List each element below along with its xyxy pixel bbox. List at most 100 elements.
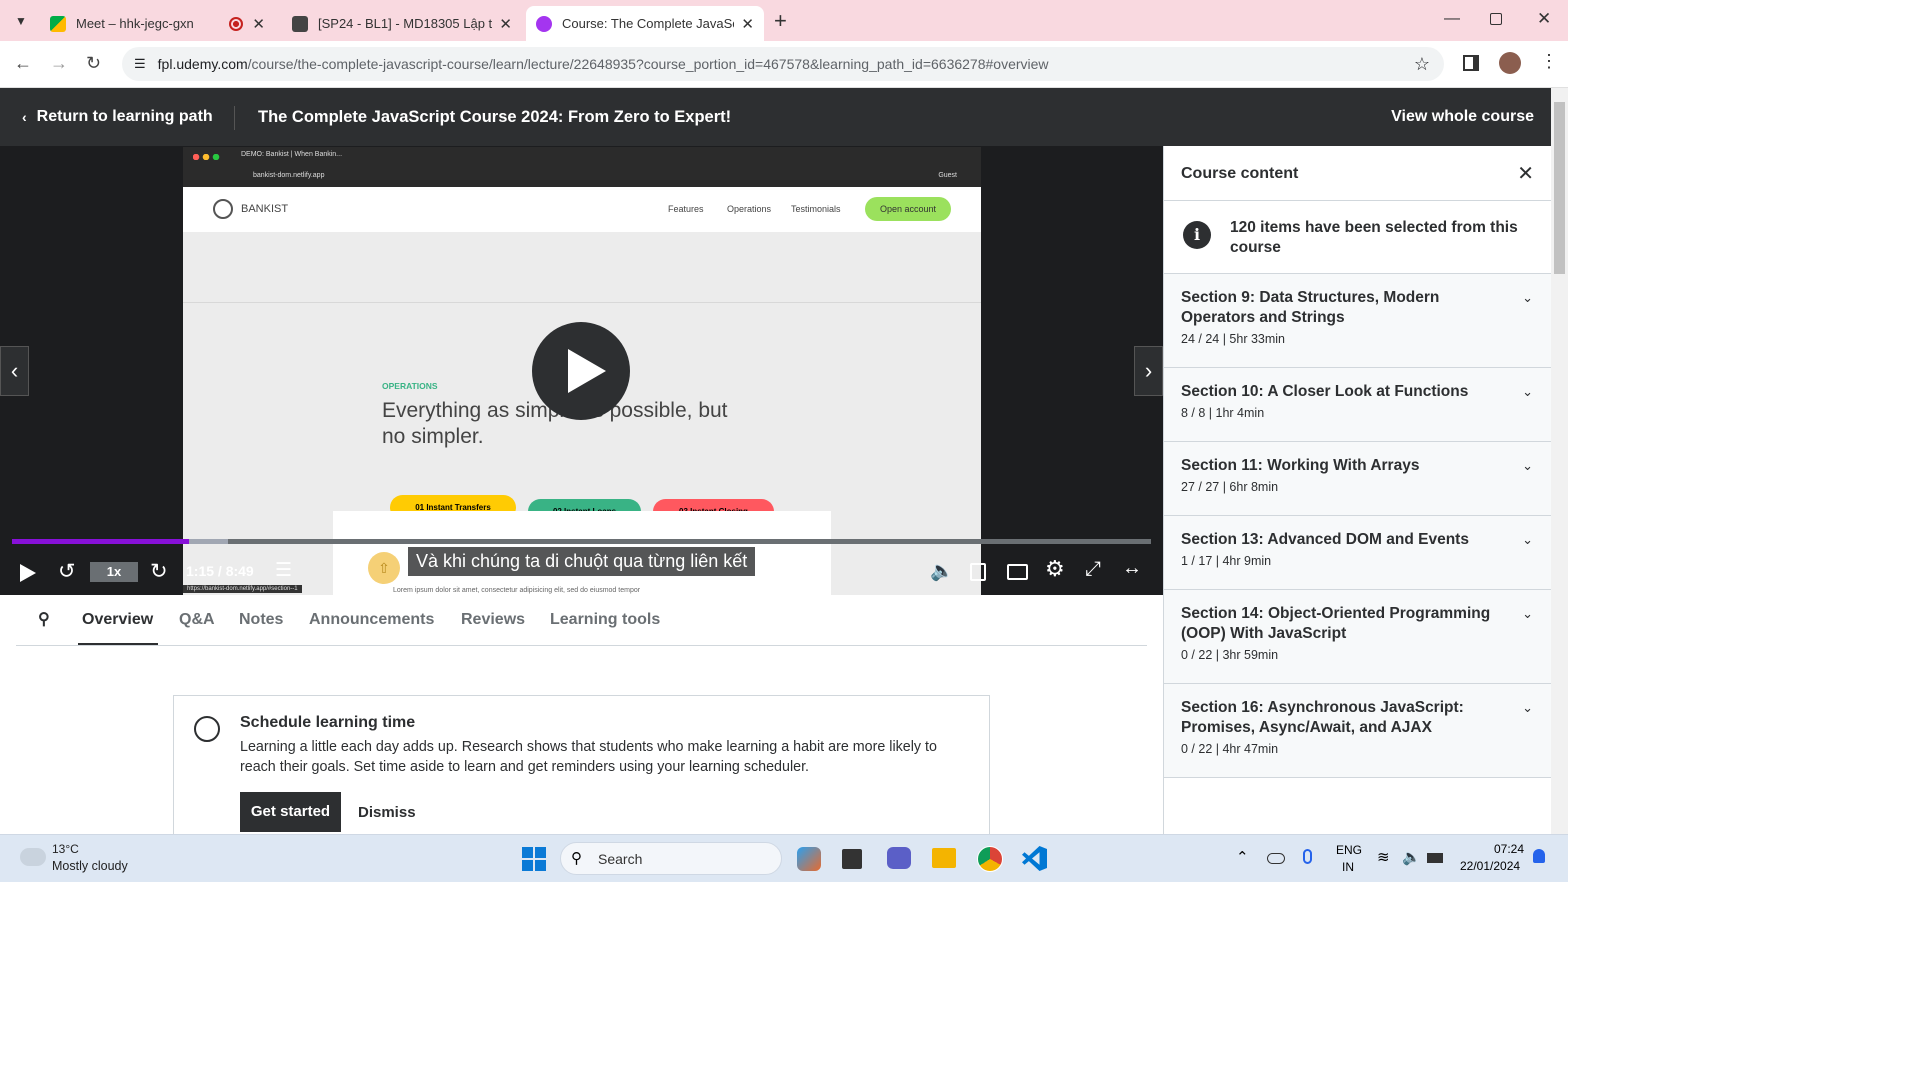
play-icon: [568, 349, 606, 393]
header-divider: [234, 106, 235, 130]
close-window-button[interactable]: ✕: [1537, 9, 1551, 29]
play-button[interactable]: [532, 322, 630, 420]
close-icon[interactable]: ✕: [1517, 161, 1534, 186]
chrome-icon[interactable]: [977, 846, 1003, 872]
restore-button[interactable]: [1490, 13, 1502, 25]
section-item[interactable]: Section 10: A Closer Look at Functions 8 …: [1164, 368, 1551, 442]
page-scrollbar[interactable]: [1551, 88, 1568, 834]
settings-icon[interactable]: ⚙: [1045, 556, 1065, 582]
fullscreen-icon[interactable]: ⤢: [1085, 558, 1101, 581]
add-note-icon[interactable]: ☰: [275, 559, 292, 582]
demo-browser-chrome: DEMO: Bankist | When Bankin... bankist-d…: [183, 147, 981, 187]
section-item[interactable]: Section 9: Data Structures, Modern Opera…: [1164, 274, 1551, 368]
weather-icon[interactable]: [20, 848, 46, 866]
subtitle-text: Và khi chúng ta di chuột qua từng liên k…: [408, 547, 756, 576]
file-explorer-icon[interactable]: [932, 848, 956, 868]
browser-tab-meet[interactable]: Meet – hhk-jegc-gxn ✕: [40, 6, 275, 41]
progress-fill: [12, 539, 189, 544]
minimize-button[interactable]: —: [1444, 10, 1460, 28]
get-started-button[interactable]: Get started: [240, 792, 341, 832]
windows-start-icon[interactable]: [522, 847, 546, 871]
info-banner: i 120 items have been selected from this…: [1164, 201, 1551, 274]
dismiss-button[interactable]: Dismiss: [358, 804, 416, 821]
browser-tab-bar: ▼ Meet – hhk-jegc-gxn ✕ [SP24 - BL1] - M…: [0, 0, 1568, 41]
close-tab-icon[interactable]: ✕: [252, 15, 265, 33]
scrollbar-thumb[interactable]: [1554, 102, 1565, 274]
chevron-down-icon: ⌄: [1522, 290, 1533, 305]
microphone-icon[interactable]: [1303, 849, 1312, 864]
chevron-left-icon: ‹: [22, 109, 27, 125]
taskbar-search-box[interactable]: ⚲ Search: [560, 842, 782, 875]
close-tab-icon[interactable]: ✕: [499, 15, 512, 33]
volume-icon[interactable]: 🔈: [1402, 848, 1421, 866]
onedrive-icon[interactable]: [1267, 853, 1285, 864]
forward-button[interactable]: →: [50, 53, 68, 74]
close-tab-icon[interactable]: ✕: [741, 15, 754, 33]
schedule-card: Schedule learning time Learning a little…: [173, 695, 990, 845]
profile-avatar[interactable]: [1499, 52, 1521, 74]
section-item[interactable]: Section 11: Working With Arrays 27 / 27 |…: [1164, 442, 1551, 516]
section-item[interactable]: Section 14: Object-Oriented Programming …: [1164, 590, 1551, 684]
wifi-icon[interactable]: ≋: [1377, 848, 1390, 866]
copilot-icon[interactable]: [797, 847, 821, 871]
new-tab-button[interactable]: +: [774, 8, 787, 34]
schedule-text: Learning a little each day adds up. Rese…: [240, 739, 937, 775]
expand-icon[interactable]: ↔: [1122, 557, 1142, 580]
tab-overview[interactable]: Overview: [82, 611, 153, 629]
chevron-down-icon: ⌄: [1522, 532, 1533, 547]
browser-tab-udemy[interactable]: Course: The Complete JavaScrip ✕: [526, 6, 764, 41]
browser-tab-fpt[interactable]: [SP24 - BL1] - MD18305 Lập trìn ✕: [282, 6, 522, 41]
course-content-sidebar: Course content ✕ i 120 items have been s…: [1163, 146, 1551, 834]
tab-reviews[interactable]: Reviews: [461, 611, 525, 629]
bookmark-star-icon[interactable]: ☆: [1414, 54, 1430, 75]
chevron-down-icon: ⌄: [1522, 458, 1533, 473]
info-icon: i: [1183, 221, 1211, 249]
play-small-icon[interactable]: [20, 564, 36, 582]
tab-list-button[interactable]: ▼: [10, 10, 32, 32]
tab-qa[interactable]: Q&A: [179, 611, 215, 629]
prev-lecture-button[interactable]: ‹: [0, 346, 29, 396]
tab-announcements[interactable]: Announcements: [309, 611, 434, 629]
back-button[interactable]: ←: [14, 53, 32, 74]
rewind-icon[interactable]: ↺: [58, 559, 76, 584]
active-tab-underline: [78, 643, 158, 645]
transcript-icon[interactable]: [970, 563, 986, 581]
battery-icon[interactable]: [1427, 853, 1443, 863]
speed-button[interactable]: 1x: [90, 562, 138, 582]
progress-bar[interactable]: [12, 539, 1151, 544]
captions-icon[interactable]: [1007, 564, 1028, 580]
google-meet-icon: [50, 15, 66, 32]
sidepanel-icon[interactable]: [1463, 55, 1479, 71]
tab-notes[interactable]: Notes: [239, 611, 283, 629]
course-header: ‹ Return to learning path The Complete J…: [0, 88, 1551, 146]
windows-taskbar: 13°C Mostly cloudy ⚲ Search ⌃ ENG IN ≋ 🔈…: [0, 834, 1568, 882]
caption-upload-icon: ⇧: [368, 552, 400, 584]
schedule-title: Schedule learning time: [240, 714, 416, 731]
teams-chat-icon[interactable]: [887, 847, 911, 869]
course-title: The Complete JavaScript Course 2024: Fro…: [258, 108, 732, 126]
section-item[interactable]: Section 13: Advanced DOM and Events 1 / 1…: [1164, 516, 1551, 590]
section-item[interactable]: Section 16: Asynchronous JavaScript: Pro…: [1164, 684, 1551, 778]
volume-icon[interactable]: 🔈: [930, 559, 954, 583]
forward-icon[interactable]: ↻: [150, 559, 168, 584]
return-to-path-link[interactable]: ‹ Return to learning path: [22, 108, 213, 126]
demo-divider: [183, 302, 981, 303]
search-icon[interactable]: ⚲: [38, 609, 50, 629]
tray-overflow-icon[interactable]: ⌃: [1236, 848, 1249, 866]
tab-learning-tools[interactable]: Learning tools: [550, 611, 660, 629]
bankist-logo-icon: [213, 199, 233, 219]
traffic-lights: [193, 154, 223, 160]
time-display: 1:15 / 8:49: [186, 563, 254, 579]
reload-button[interactable]: ↻: [86, 53, 101, 74]
view-whole-course-link[interactable]: View whole course: [1391, 108, 1534, 126]
chevron-down-icon: ⌄: [1522, 384, 1533, 399]
next-lecture-button[interactable]: ›: [1134, 346, 1163, 396]
udemy-icon: [536, 15, 552, 32]
notification-bell-icon[interactable]: [1533, 849, 1545, 863]
menu-dots-icon[interactable]: ⋮: [1540, 51, 1558, 72]
video-player[interactable]: DEMO: Bankist | When Bankin... bankist-d…: [0, 146, 1163, 595]
site-info-icon[interactable]: ☰: [134, 56, 146, 72]
vscode-icon[interactable]: [1022, 846, 1047, 871]
url-field[interactable]: ☰ fpl.udemy.com/course/the-complete-java…: [122, 47, 1444, 81]
file-manager-icon[interactable]: [842, 849, 862, 869]
